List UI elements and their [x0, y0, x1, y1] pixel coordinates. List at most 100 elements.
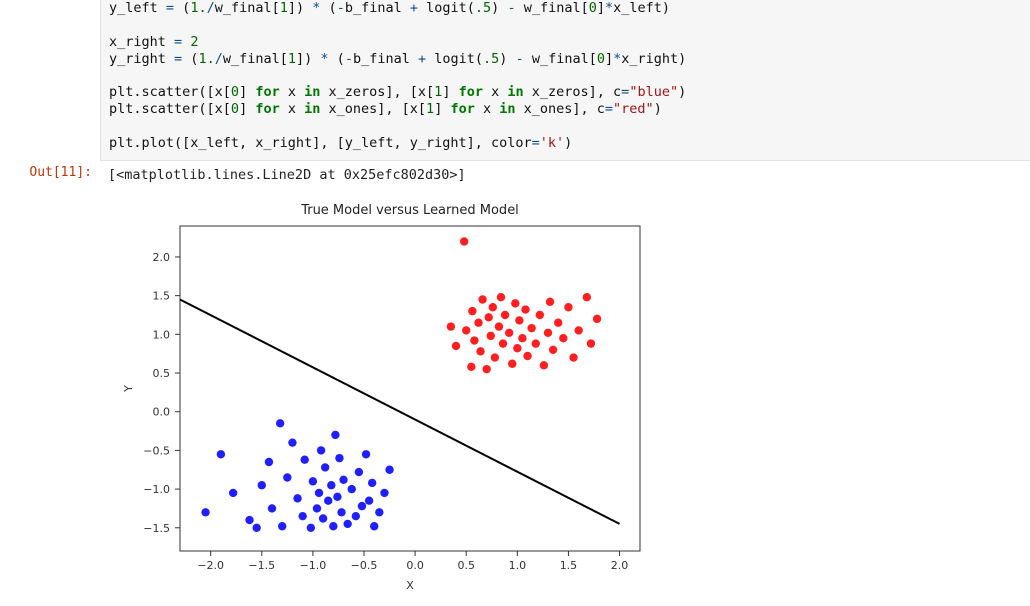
y-tick-label: 2.0 [153, 251, 171, 264]
x-tick-label: 0.0 [406, 559, 424, 572]
scatter-point-ones [521, 305, 529, 313]
scatter-point-zeros [313, 504, 321, 512]
y-tick-label: 0.0 [153, 406, 171, 419]
scatter-point-zeros [321, 463, 329, 471]
scatter-point-zeros [365, 496, 373, 504]
scatter-point-zeros [298, 512, 306, 520]
decision-line [180, 299, 620, 523]
scatter-point-ones [559, 334, 567, 342]
scatter-point-ones [569, 353, 577, 361]
y-tick-label: 1.0 [153, 328, 171, 341]
scatter-point-ones [478, 295, 486, 303]
scatter-point-ones [536, 311, 544, 319]
scatter-point-zeros [265, 458, 273, 466]
scatter-point-ones [497, 293, 505, 301]
scatter-point-zeros [268, 504, 276, 512]
scatter-point-ones [491, 353, 499, 361]
scatter-point-zeros [309, 477, 317, 485]
scatter-point-ones [593, 315, 601, 323]
scatter-point-zeros [380, 489, 388, 497]
scatter-point-ones [527, 324, 535, 332]
x-axis-label: X [406, 579, 414, 592]
scatter-point-ones [482, 365, 490, 373]
scatter-point-zeros [352, 512, 360, 520]
scatter-point-ones [474, 318, 482, 326]
scatter-point-zeros [217, 450, 225, 458]
scatter-point-ones [574, 326, 582, 334]
scatter-point-zeros [293, 494, 301, 502]
scatter-point-ones [518, 334, 526, 342]
scatter-point-ones [485, 313, 493, 321]
scatter-point-ones [515, 316, 523, 324]
code-input[interactable]: y_left = (1./w_final[1]) * (-b_final + l… [100, 0, 1030, 161]
output-cell: Out[11]: [<matplotlib.lines.Line2D at 0x… [0, 161, 1030, 189]
scatter-point-zeros [348, 485, 356, 493]
scatter-point-ones [460, 237, 468, 245]
scatter-point-zeros [201, 508, 209, 516]
scatter-point-zeros [362, 450, 370, 458]
scatter-point-ones [505, 328, 513, 336]
scatter-point-zeros [331, 431, 339, 439]
x-tick-label: −0.5 [351, 559, 378, 572]
scatter-point-zeros [355, 468, 363, 476]
scatter-point-ones [587, 339, 595, 347]
scatter-point-zeros [368, 479, 376, 487]
scatter-point-zeros [335, 454, 343, 462]
x-tick-label: 1.5 [560, 559, 578, 572]
scatter-point-zeros [245, 516, 253, 524]
scatter-point-zeros [229, 489, 237, 497]
scatter-point-zeros [324, 496, 332, 504]
y-tick-label: −1.0 [143, 483, 170, 496]
x-tick-label: 0.5 [457, 559, 475, 572]
scatter-point-ones [467, 363, 475, 371]
scatter-point-zeros [283, 473, 291, 481]
scatter-point-zeros [252, 523, 260, 531]
y-axis-label: Y [122, 385, 135, 393]
scatter-point-ones [495, 322, 503, 330]
scatter-point-ones [532, 339, 540, 347]
y-tick-label: 0.5 [153, 367, 171, 380]
output-text: [<matplotlib.lines.Line2D at 0x25efc802d… [100, 161, 1030, 189]
scatter-point-ones [564, 303, 572, 311]
scatter-point-zeros [333, 493, 341, 501]
scatter-point-zeros [327, 481, 335, 489]
scatter-point-ones [544, 328, 552, 336]
scatter-point-ones [452, 342, 460, 350]
scatter-point-ones [549, 345, 557, 353]
plot-output: True Model versus Learned Model−2.0−1.5−… [0, 189, 1030, 601]
scatter-point-ones [476, 347, 484, 355]
scatter-point-ones [508, 359, 516, 367]
scatter-point-zeros [339, 475, 347, 483]
scatter-point-zeros [258, 481, 266, 489]
scatter-point-ones [447, 322, 455, 330]
scatter-point-ones [487, 332, 495, 340]
x-tick-label: 2.0 [611, 559, 629, 572]
scatter-point-zeros [329, 522, 337, 530]
scatter-point-ones [499, 339, 507, 347]
x-tick-label: −2.0 [197, 559, 224, 572]
scatter-point-ones [489, 303, 497, 311]
code-cell: y_left = (1./w_final[1]) * (-b_final + l… [0, 0, 1030, 161]
in-prompt [0, 0, 100, 8]
scatter-point-zeros [317, 446, 325, 454]
scatter-point-zeros [370, 522, 378, 530]
y-tick-label: −1.5 [143, 522, 170, 535]
scatter-point-zeros [288, 438, 296, 446]
scatter-point-zeros [315, 489, 323, 497]
scatter-point-zeros [358, 502, 366, 510]
scatter-point-ones [501, 311, 509, 319]
scatter-point-ones [462, 326, 470, 334]
out-prompt: Out[11]: [0, 161, 100, 184]
scatter-point-ones [583, 293, 591, 301]
x-tick-label: −1.0 [300, 559, 327, 572]
y-tick-label: 1.5 [153, 290, 171, 303]
scatter-point-ones [511, 299, 519, 307]
scatter-point-ones [513, 344, 521, 352]
scatter-point-zeros [278, 522, 286, 530]
y-tick-label: −0.5 [143, 444, 170, 457]
scatter-point-zeros [307, 523, 315, 531]
scatter-point-zeros [385, 465, 393, 473]
scatter-chart: True Model versus Learned Model−2.0−1.5−… [100, 191, 660, 601]
x-tick-label: 1.0 [509, 559, 527, 572]
scatter-point-zeros [301, 455, 309, 463]
